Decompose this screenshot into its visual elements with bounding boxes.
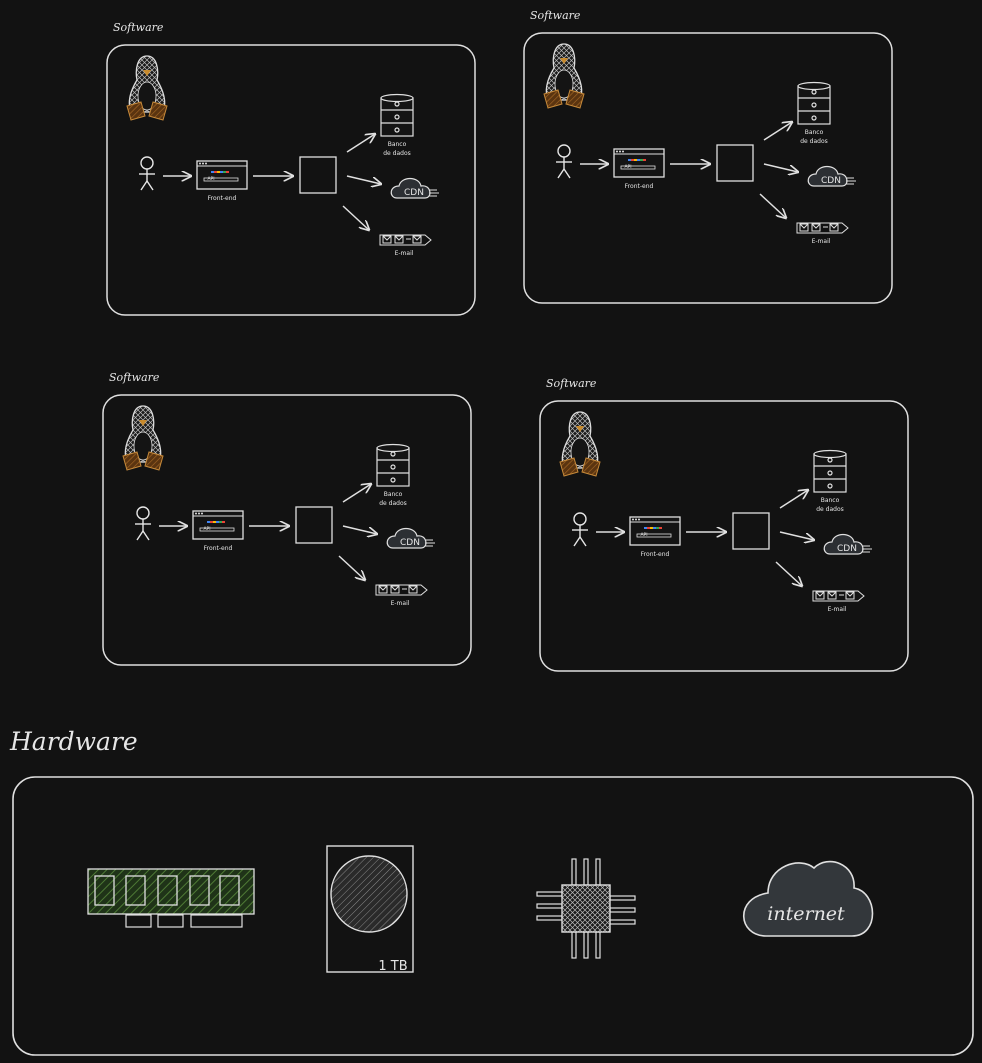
email-label: E-mail bbox=[828, 606, 847, 613]
email-label: E-mail bbox=[395, 250, 414, 257]
panel-frame bbox=[523, 32, 893, 304]
software-panel-1: Software API Front-end Banco de dados CD… bbox=[106, 21, 476, 316]
cdn-label: CDN bbox=[821, 176, 841, 186]
panel-frame bbox=[102, 394, 472, 666]
hardware-title: Hardware bbox=[9, 727, 138, 756]
email-label: E-mail bbox=[391, 600, 410, 607]
architecture-diagram: Software API Front-end Banco de dados CD… bbox=[9, 9, 974, 1056]
db-label-line1: Banco bbox=[388, 141, 407, 148]
email-label: E-mail bbox=[812, 238, 831, 245]
panel-title: Software bbox=[546, 377, 597, 390]
db-label-line2: de dados bbox=[383, 150, 411, 157]
cdn-label: CDN bbox=[837, 544, 857, 554]
front-end-label: Front-end bbox=[204, 545, 233, 552]
front-end-label: Front-end bbox=[208, 195, 237, 202]
api-label: API bbox=[207, 176, 214, 182]
panel-frame bbox=[106, 44, 476, 316]
db-label-line1: Banco bbox=[805, 129, 824, 136]
software-panel-2: Software API Front-end Banco de dados CD… bbox=[523, 9, 893, 304]
cpu-chip-icon bbox=[536, 858, 636, 959]
panel-title: Software bbox=[530, 9, 581, 22]
db-label-line1: Banco bbox=[384, 491, 403, 498]
panel-title: Software bbox=[109, 371, 160, 384]
hardware-section: Hardware 1 TB internet bbox=[9, 727, 974, 1056]
disk-size-label: 1 TB bbox=[378, 959, 407, 974]
db-label-line1: Banco bbox=[821, 497, 840, 504]
api-label: API bbox=[624, 164, 631, 170]
db-label-line2: de dados bbox=[816, 506, 844, 513]
internet-label: internet bbox=[767, 903, 845, 925]
api-label: API bbox=[640, 532, 647, 538]
hard-disk-icon bbox=[326, 845, 414, 973]
panel-title: Software bbox=[113, 21, 164, 34]
db-label-line2: de dados bbox=[379, 500, 407, 507]
front-end-label: Front-end bbox=[625, 183, 654, 190]
software-panel-4: Software API Front-end Banco de dados CD… bbox=[539, 377, 909, 672]
cdn-label: CDN bbox=[400, 538, 420, 548]
panel-frame bbox=[539, 400, 909, 672]
ram-stick-icon bbox=[87, 868, 255, 928]
front-end-label: Front-end bbox=[641, 551, 670, 558]
db-label-line2: de dados bbox=[800, 138, 828, 145]
api-label: API bbox=[203, 526, 210, 532]
software-panel-3: Software API Front-end Banco de dados CD… bbox=[102, 371, 472, 666]
cdn-label: CDN bbox=[404, 188, 424, 198]
